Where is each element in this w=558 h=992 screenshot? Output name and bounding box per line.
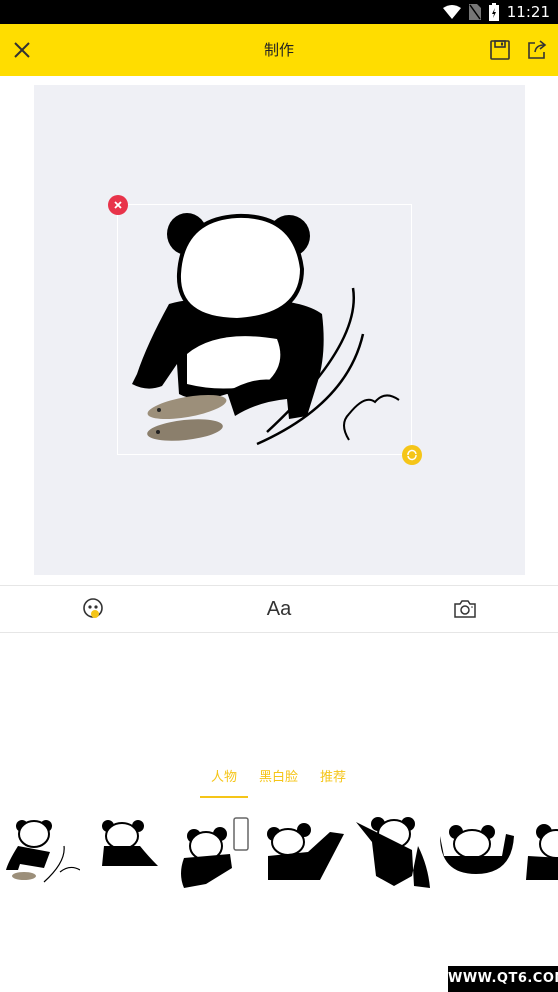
- sticker-selection-frame: [117, 204, 412, 455]
- sticker-thumbnail[interactable]: [92, 812, 172, 892]
- top-toolbar: 制作: [0, 24, 558, 76]
- delete-sticker-button[interactable]: [108, 195, 128, 215]
- no-sim-icon: [468, 4, 481, 20]
- text-tool-button[interactable]: Aa: [186, 586, 372, 632]
- text-tool-label: Aa: [266, 597, 292, 620]
- tab-recommended[interactable]: 推荐: [320, 766, 346, 785]
- close-icon: [14, 42, 30, 58]
- camera-icon: [454, 600, 476, 618]
- page-title: 制作: [263, 41, 294, 59]
- camera-tool-button[interactable]: [372, 586, 558, 632]
- sticker-thumbnail[interactable]: [176, 812, 256, 892]
- save-icon: [490, 40, 510, 60]
- tab-people[interactable]: 人物: [211, 766, 237, 785]
- rotate-scale-handle[interactable]: [402, 445, 422, 465]
- close-button[interactable]: [8, 36, 36, 64]
- sticker-thumbnail[interactable]: [436, 812, 516, 892]
- category-tabs: 人物 黑白脸 推荐: [0, 760, 558, 800]
- sticker-thumbnail[interactable]: [264, 812, 344, 892]
- tab-black-white-face[interactable]: 黑白脸: [259, 766, 298, 785]
- tool-bar: Aa: [0, 585, 558, 633]
- sticker-thumbnail-strip: [0, 812, 558, 894]
- sticker-face-icon: [83, 598, 103, 618]
- active-tab-indicator: [200, 796, 248, 798]
- sticker-tool-button[interactable]: [0, 586, 186, 632]
- rotate-icon: [407, 449, 417, 461]
- save-button[interactable]: [486, 36, 514, 64]
- battery-icon: [488, 3, 499, 21]
- wifi-icon: [442, 5, 461, 19]
- sticker-thumbnail[interactable]: [0, 812, 80, 892]
- share-icon: [528, 40, 547, 59]
- status-bar: 11:21: [0, 0, 558, 24]
- status-time: 11:21: [506, 3, 550, 21]
- sticker-thumbnail[interactable]: [350, 812, 430, 892]
- watermark: WWW.QT6.COM: [448, 966, 558, 992]
- share-button[interactable]: [523, 36, 551, 64]
- close-icon: [114, 201, 122, 209]
- sticker-thumbnail[interactable]: [522, 812, 558, 892]
